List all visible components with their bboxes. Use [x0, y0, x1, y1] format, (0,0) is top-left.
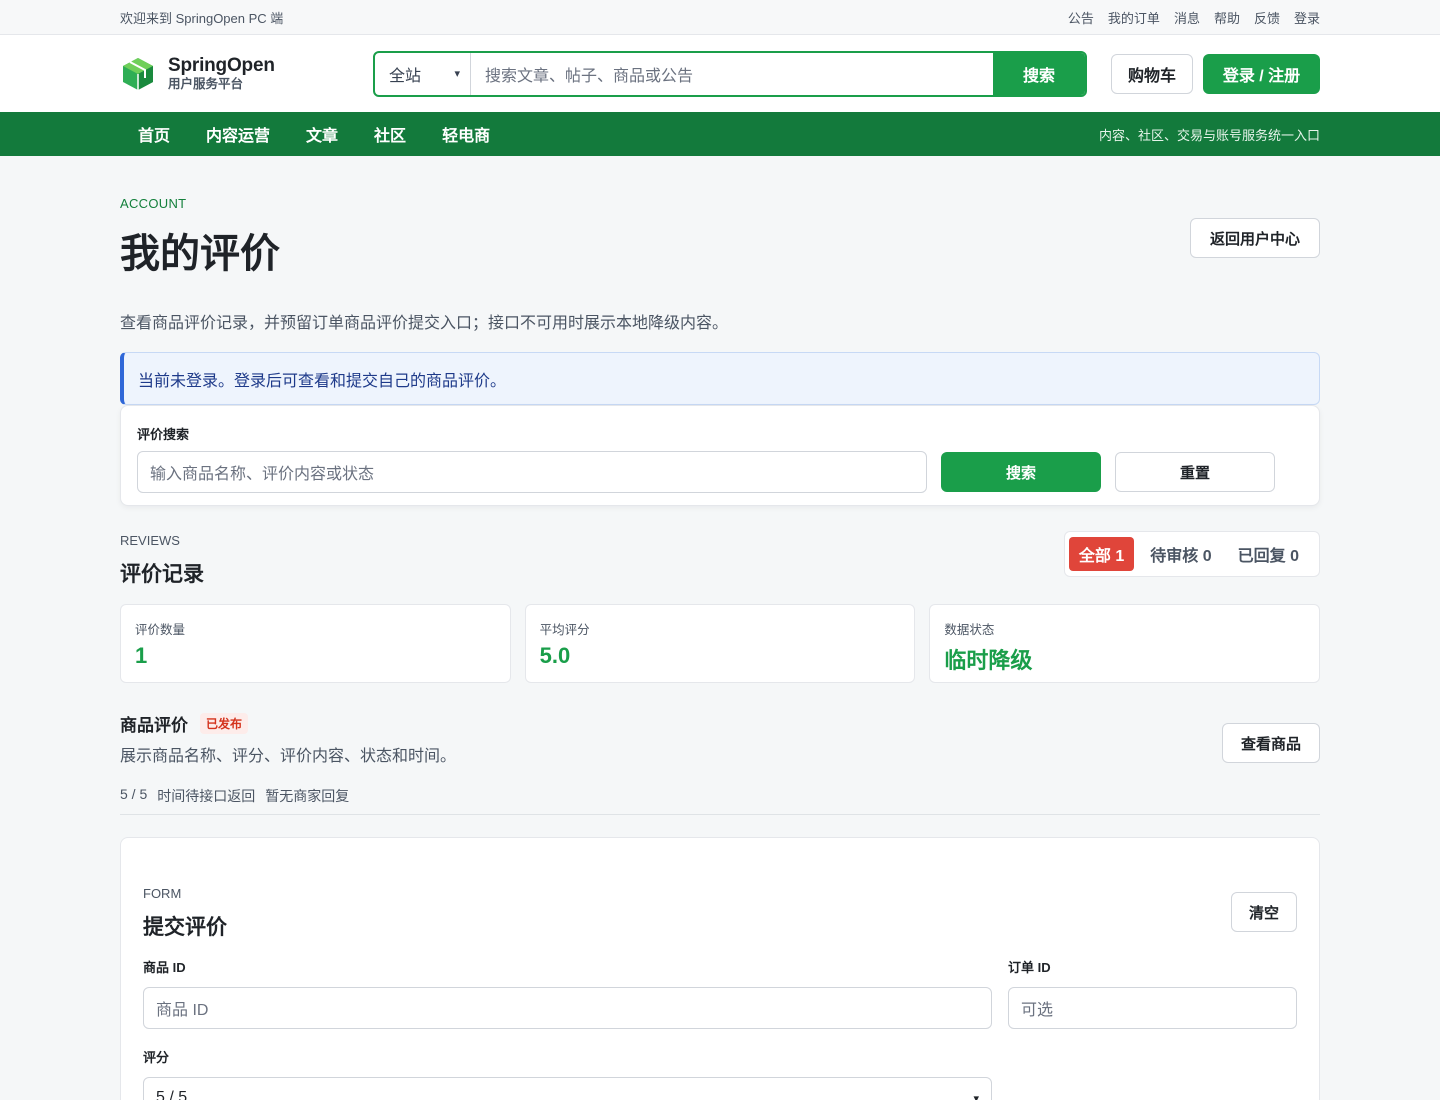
stat-value: 1 [135, 643, 148, 668]
global-search-input[interactable]: 搜索文章、帖子、商品或公告 [471, 53, 993, 95]
site-header: SpringOpen 用户服务平台 全站 ▾ 搜索文章、帖子、商品或公告 搜索 … [0, 35, 1440, 112]
rating-label: 评分 [143, 1050, 170, 1065]
top-utility-bar: 欢迎来到 SpringOpen PC 端 公告 我的订单 消息 帮助 反馈 登录 [0, 0, 1440, 35]
back-to-user-center-button[interactable]: 返回用户中心 [1190, 218, 1320, 258]
logo[interactable]: SpringOpen 用户服务平台 [120, 54, 373, 92]
page-title: 我的评价 [120, 232, 280, 276]
cart-button[interactable]: 购物车 [1111, 53, 1193, 94]
search-scope-select[interactable]: 全站 ▾ [375, 52, 471, 95]
review-item-title: 商品评价 [120, 716, 188, 735]
review-item-meta: 5 / 5 时间待接口返回 暂无商家回复 [120, 786, 1320, 806]
nav-home[interactable]: 首页 [120, 122, 188, 146]
main-nav: 首页 内容运营 文章 社区 轻电商 内容、社区、交易与账号服务统一入口 [0, 112, 1440, 156]
link-help[interactable]: 帮助 [1214, 8, 1240, 27]
link-announcements[interactable]: 公告 [1068, 8, 1094, 27]
stat-value: 临时降级 [944, 648, 1033, 673]
product-id-input[interactable]: 商品 ID [143, 987, 992, 1029]
stat-average-rating: 平均评分 5.0 [524, 604, 916, 683]
review-time: 时间待接口返回 [157, 788, 256, 804]
page-description: 查看商品评价记录，并预留订单商品评价提交入口；接口不可用时展示本地降级内容。 [120, 315, 729, 332]
link-feedback[interactable]: 反馈 [1254, 8, 1280, 27]
stat-review-count: 评价数量 1 [120, 604, 511, 683]
chevron-down-icon: ▾ [454, 68, 460, 80]
brand-subtitle: 用户服务平台 [168, 76, 244, 91]
review-item-description: 展示商品名称、评分、评价内容、状态和时间。 [120, 748, 457, 765]
merchant-reply: 暂无商家回复 [265, 788, 350, 804]
brand-name: SpringOpen [168, 54, 275, 76]
main-content: ACCOUNT 我的评价 返回用户中心 查看商品评价记录，并预留订单商品评价提交… [120, 156, 1321, 1100]
form-title: 提交评价 [143, 916, 227, 939]
stat-label: 评价数量 [135, 623, 186, 637]
rating-select[interactable]: 5 / 5 ▾ [143, 1077, 992, 1100]
page-eyebrow: ACCOUNT [120, 196, 187, 211]
review-filter-tabs: 全部 1 待审核 0 已回复 0 [1063, 531, 1320, 577]
chevron-down-icon: ▾ [973, 1092, 979, 1100]
stat-data-status: 数据状态 临时降级 [929, 604, 1321, 683]
status-badge: 已发布 [200, 713, 249, 734]
link-my-orders[interactable]: 我的订单 [1108, 8, 1160, 27]
tab-all[interactable]: 全部 1 [1068, 537, 1135, 571]
global-search: 全站 ▾ 搜索文章、帖子、商品或公告 搜索 [373, 50, 1087, 97]
stat-value: 5.0 [539, 643, 571, 668]
tab-replied[interactable]: 已回复 0 [1228, 537, 1309, 571]
review-search-button[interactable]: 搜索 [941, 452, 1101, 492]
nav-content-ops[interactable]: 内容运营 [188, 122, 288, 146]
cube-logo-icon [123, 57, 153, 90]
review-stats: 评价数量 1 平均评分 5.0 数据状态 临时降级 [120, 604, 1321, 683]
login-alert: 当前未登录。登录后可查看和提交自己的商品评价。 [120, 352, 1320, 405]
review-search-label: 评价搜索 [137, 427, 190, 442]
global-search-button[interactable]: 搜索 [993, 52, 1085, 95]
submit-review-form: FORM 提交评价 清空 商品 ID 商品 ID 订单 ID 可选 评分 5 /… [120, 837, 1320, 1100]
reviews-header: REVIEWS 评价记录 全部 1 待审核 0 已回复 0 [120, 531, 1320, 593]
product-id-label: 商品 ID [143, 960, 186, 975]
welcome-text: 欢迎来到 SpringOpen PC 端 [120, 11, 284, 26]
search-scope-value: 全站 [389, 67, 422, 85]
stat-label: 数据状态 [944, 623, 995, 637]
nav-light-commerce[interactable]: 轻电商 [424, 122, 508, 146]
stat-label: 平均评分 [539, 623, 590, 637]
link-login[interactable]: 登录 [1294, 8, 1320, 27]
order-id-input[interactable]: 可选 [1008, 987, 1297, 1029]
link-messages[interactable]: 消息 [1174, 8, 1200, 27]
rating-select-value: 5 / 5 [156, 1089, 188, 1100]
login-register-button[interactable]: 登录 / 注册 [1203, 53, 1320, 94]
review-search-card: 评价搜索 输入商品名称、评价内容或状态 搜索 重置 [120, 405, 1320, 506]
review-list-item: 商品评价 已发布 展示商品名称、评分、评价内容、状态和时间。 5 / 5 时间待… [120, 711, 1320, 815]
order-id-label: 订单 ID [1008, 960, 1051, 975]
review-reset-button[interactable]: 重置 [1115, 452, 1275, 492]
nav-articles[interactable]: 文章 [288, 122, 356, 146]
tab-pending[interactable]: 待审核 0 [1140, 537, 1221, 571]
review-rating: 5 / 5 [120, 786, 148, 802]
nav-tagline: 内容、社区、交易与账号服务统一入口 [1098, 127, 1320, 143]
review-search-input[interactable]: 输入商品名称、评价内容或状态 [137, 451, 927, 493]
view-product-button[interactable]: 查看商品 [1222, 723, 1320, 763]
clear-form-button[interactable]: 清空 [1231, 892, 1297, 932]
nav-community[interactable]: 社区 [356, 122, 424, 146]
form-eyebrow: FORM [143, 886, 182, 901]
utility-links: 公告 我的订单 消息 帮助 反馈 登录 [1068, 8, 1320, 27]
